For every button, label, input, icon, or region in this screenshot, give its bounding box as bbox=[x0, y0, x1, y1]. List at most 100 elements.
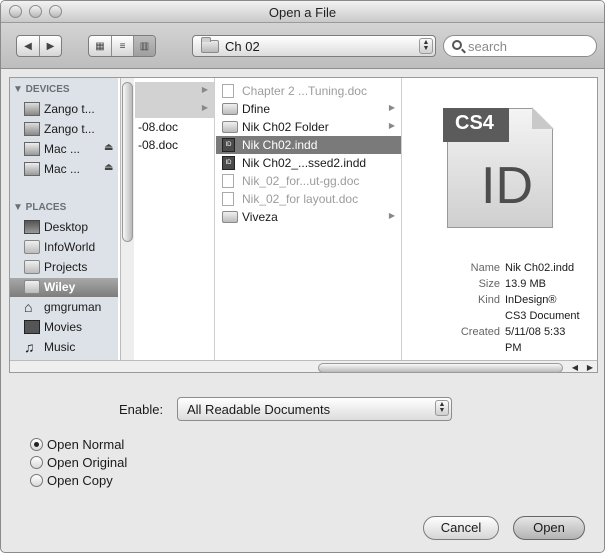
popup-arrows-icon: ▲ ▼ bbox=[419, 38, 433, 54]
sidebar-item-movies[interactable]: Movies bbox=[10, 318, 118, 337]
radio-button[interactable] bbox=[30, 438, 43, 451]
info-kind-value: InDesign® bbox=[505, 294, 557, 306]
search-input[interactable] bbox=[468, 37, 588, 55]
sidebar-item-label: Movies bbox=[44, 320, 83, 334]
column-parent: ▶ ▶ -08.doc -08.doc bbox=[135, 78, 215, 360]
location-label: Ch 02 bbox=[225, 39, 260, 54]
sidebar-item-device[interactable]: Zango t... bbox=[10, 100, 118, 119]
open-button[interactable]: Open bbox=[513, 516, 585, 540]
list-item[interactable]: Nik_02_for layout.doc bbox=[216, 190, 401, 208]
file-name: Nik Ch02.indd bbox=[242, 138, 318, 152]
sidebar-item-device[interactable]: Zango t... bbox=[10, 120, 118, 139]
file-browser: ▼ DEVICES Zango t... Zango t... Mac ... … bbox=[9, 77, 598, 373]
forward-button[interactable]: ▶ bbox=[39, 36, 61, 56]
list-item[interactable]: ▶ bbox=[135, 100, 214, 118]
list-view-button[interactable]: ≡ bbox=[111, 36, 133, 56]
search-field[interactable] bbox=[443, 35, 597, 57]
drive-icon bbox=[24, 142, 40, 156]
info-size-value: 13.9 MB bbox=[505, 278, 546, 290]
scroll-left-icon[interactable]: ◀ bbox=[568, 362, 582, 372]
list-item[interactable]: -08.doc bbox=[135, 136, 214, 154]
radio-label: Open Normal bbox=[47, 437, 125, 452]
home-icon: ⌂ bbox=[24, 299, 33, 315]
list-item-selected[interactable]: ID Nik Ch02.indd bbox=[216, 136, 401, 154]
horizontal-scroll-thumb[interactable] bbox=[318, 363, 563, 372]
sidebar-scrollbar[interactable] bbox=[120, 78, 134, 360]
sidebar-item-label: Projects bbox=[44, 260, 88, 274]
document-icon bbox=[222, 84, 234, 98]
chevron-right-icon: ▶ bbox=[201, 85, 208, 94]
folder-icon bbox=[24, 280, 40, 294]
sidebar-item-music[interactable]: ♫ Music bbox=[10, 338, 118, 357]
sidebar-scroll-thumb[interactable] bbox=[122, 82, 133, 242]
horizontal-scrollbar[interactable]: ◀ ▶ bbox=[10, 360, 597, 372]
list-item[interactable]: -08.doc bbox=[135, 118, 214, 136]
sidebar-item-label: Music bbox=[44, 340, 76, 354]
sidebar-item-wiley[interactable]: Wiley bbox=[10, 278, 118, 297]
sidebar-item-projects[interactable]: Projects bbox=[10, 258, 118, 277]
folder-icon bbox=[201, 37, 219, 53]
popup-arrows-icon: ▲ ▼ bbox=[435, 400, 449, 416]
column-ch02: Chapter 2 ...Tuning.doc Dfine ▶ Nik Ch02… bbox=[216, 78, 402, 360]
cs4-badge: CS4 bbox=[443, 108, 509, 142]
info-kind-key: Kind bbox=[477, 294, 500, 306]
eject-icon[interactable]: ⏏ bbox=[104, 162, 113, 173]
sidebar-item-device[interactable]: Mac ... ⏏ bbox=[10, 140, 118, 159]
title-bar: Open a File bbox=[1, 1, 604, 23]
sidebar-item-desktop[interactable]: Desktop bbox=[10, 218, 118, 237]
chevron-right-icon: ▶ bbox=[201, 103, 208, 112]
radio-button[interactable] bbox=[30, 474, 43, 487]
file-name: -08.doc bbox=[138, 120, 179, 134]
indesign-glyph: ID bbox=[481, 157, 533, 215]
sidebar-item-label: gmgruman bbox=[44, 300, 102, 314]
list-item[interactable]: Viveza ▶ bbox=[216, 208, 401, 226]
sidebar-item-device[interactable]: Mac ... ⏏ bbox=[10, 160, 118, 179]
options-panel: Enable: All Readable Documents ▲ ▼ Open N… bbox=[9, 384, 598, 546]
preview-pane: CS4 ID Name Nik Ch02.indd Size 13.9 MB K… bbox=[420, 78, 597, 360]
location-popup[interactable]: Ch 02 ▲ ▼ bbox=[192, 35, 436, 57]
list-item[interactable]: Chapter 2 ...Tuning.doc bbox=[216, 82, 401, 100]
radio-button[interactable] bbox=[30, 456, 43, 469]
enable-label: Enable: bbox=[119, 402, 164, 417]
icon-view-button[interactable]: ▦ bbox=[89, 36, 111, 56]
cancel-button[interactable]: Cancel bbox=[423, 516, 499, 540]
search-icon bbox=[452, 40, 462, 50]
folder-icon bbox=[222, 103, 238, 115]
folder-icon bbox=[24, 260, 40, 274]
file-name: Nik_02_for layout.doc bbox=[242, 192, 359, 206]
open-file-dialog: Open a File ◀ ▶ ▦ ≡ ▥ Ch 02 ▲▼ ▼ DEVICES… bbox=[0, 0, 605, 553]
list-item[interactable]: ID Nik Ch02_...ssed2.indd bbox=[216, 154, 401, 172]
list-item[interactable]: Nik Ch02 Folder ▶ bbox=[216, 118, 401, 136]
info-kind-value-2: CS3 Document bbox=[505, 310, 580, 322]
places-header[interactable]: ▼ PLACES bbox=[13, 202, 66, 213]
info-name-key: Name bbox=[470, 262, 500, 274]
sidebar-item-home[interactable]: ⌂ gmgruman bbox=[10, 298, 118, 317]
sidebar-item-label: Zango t... bbox=[44, 122, 95, 136]
drive-icon bbox=[24, 162, 40, 176]
sidebar-item-label: Wiley bbox=[44, 280, 76, 294]
column-view-button[interactable]: ▥ bbox=[133, 36, 155, 56]
list-item[interactable]: Nik_02_for...ut-gg.doc bbox=[216, 172, 401, 190]
scroll-right-icon[interactable]: ▶ bbox=[583, 362, 597, 372]
drive-icon bbox=[24, 102, 40, 116]
chevron-right-icon: ▶ bbox=[388, 121, 395, 130]
radio-label: Open Original bbox=[47, 455, 128, 470]
devices-header[interactable]: ▼ DEVICES bbox=[13, 84, 70, 95]
info-created-value-2: PM bbox=[505, 342, 522, 354]
sidebar-item-infoworld[interactable]: InfoWorld bbox=[10, 238, 118, 257]
list-item[interactable]: Dfine ▶ bbox=[216, 100, 401, 118]
info-name-value: Nik Ch02.indd bbox=[505, 262, 575, 274]
toolbar: ◀ ▶ ▦ ≡ ▥ Ch 02 ▲ ▼ bbox=[1, 23, 604, 69]
desktop-icon bbox=[24, 220, 40, 234]
drive-icon bbox=[24, 122, 40, 136]
list-item[interactable]: ▶ bbox=[135, 82, 214, 100]
file-name: -08.doc bbox=[138, 138, 179, 152]
enable-popup[interactable]: All Readable Documents ▲ ▼ bbox=[177, 397, 452, 421]
eject-icon[interactable]: ⏏ bbox=[104, 142, 113, 153]
chevron-right-icon: ▶ bbox=[388, 211, 395, 220]
sidebar-item-label: Desktop bbox=[44, 220, 89, 234]
movies-icon bbox=[24, 320, 40, 334]
back-button[interactable]: ◀ bbox=[17, 36, 39, 56]
radio-label: Open Copy bbox=[47, 473, 113, 488]
file-name: Dfine bbox=[242, 102, 271, 116]
